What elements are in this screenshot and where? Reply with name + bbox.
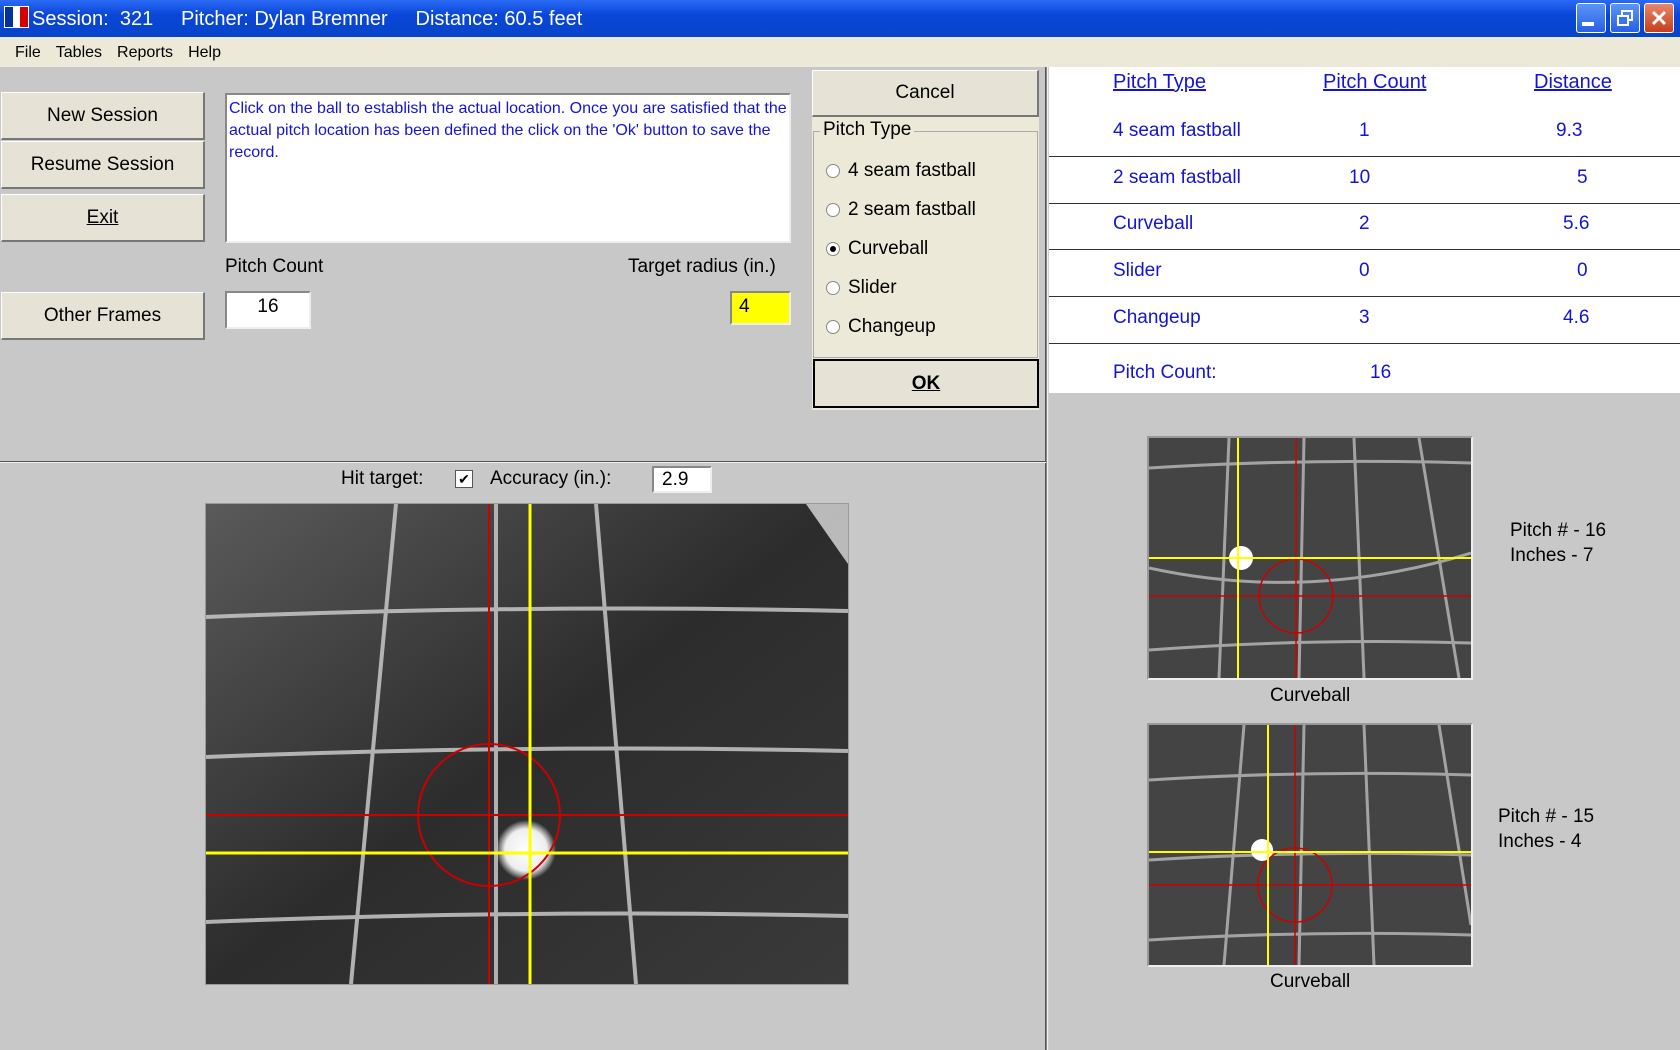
target-radius-label: Target radius (in.) (628, 256, 776, 277)
other-frames-button[interactable]: Other Frames (1, 292, 205, 340)
cancel-button[interactable]: Cancel (812, 70, 1039, 117)
pitch-count-field[interactable]: 16 (225, 291, 311, 329)
ok-button[interactable]: OK (813, 359, 1039, 408)
horizontal-divider (0, 461, 1046, 463)
radio-slider[interactable]: Slider (826, 277, 897, 299)
minimize-icon (1582, 22, 1594, 26)
radio-4-seam-fastball[interactable]: 4 seam fastball (826, 160, 976, 182)
pitch-stats-table: Pitch Type Pitch Count Distance 4 seam f… (1049, 67, 1680, 393)
pitch-frame-graphic[interactable] (205, 503, 849, 985)
thumbnail-graphic (1148, 724, 1473, 966)
menu-help[interactable]: Help (182, 37, 227, 67)
menu-tables[interactable]: Tables (50, 37, 108, 67)
radio-button[interactable] (826, 203, 840, 217)
thumbnail-info: Pitch # - 15 Inches - 4 (1498, 804, 1594, 854)
menu-bar: File Tables Reports Help (0, 37, 1680, 67)
menu-file[interactable]: File (9, 37, 47, 67)
radio-button-selected[interactable] (826, 242, 840, 256)
header-distance[interactable]: Distance (1534, 71, 1612, 94)
header-pitch-count[interactable]: Pitch Count (1323, 71, 1426, 94)
exit-button[interactable]: Exit (1, 194, 205, 242)
table-row[interactable]: Slider 0 0 (1049, 251, 1680, 297)
pitch-type-legend: Pitch Type (820, 119, 915, 141)
radio-changeup[interactable]: Changeup (826, 316, 936, 338)
instruction-message: Click on the ball to establish the actua… (225, 93, 791, 243)
pitch-thumbnail-16[interactable] (1147, 436, 1473, 680)
pitch-inches: Inches - 4 (1498, 831, 1582, 852)
pitch-thumbnail-15[interactable] (1147, 723, 1473, 967)
radio-2-seam-fastball[interactable]: 2 seam fastball (826, 199, 976, 221)
thumbnail-graphic (1148, 437, 1472, 679)
pitch-number: Pitch # - 16 (1510, 520, 1607, 541)
total-label: Pitch Count: (1113, 362, 1217, 383)
thumbnail-caption: Curveball (1270, 685, 1351, 706)
close-icon (1651, 10, 1667, 26)
total-value: 16 (1370, 362, 1392, 383)
resume-session-button[interactable]: Resume Session (1, 141, 205, 189)
radio-curveball[interactable]: Curveball (826, 238, 928, 260)
vertical-splitter[interactable] (1045, 67, 1048, 1050)
restore-icon (1617, 10, 1633, 26)
close-button[interactable] (1644, 3, 1674, 33)
radio-button[interactable] (826, 164, 840, 178)
target-radius-field[interactable]: 4 (730, 291, 791, 325)
flag-icon[interactable] (4, 6, 29, 28)
pitch-number: Pitch # - 15 (1498, 806, 1595, 827)
accuracy-field[interactable]: 2.9 (652, 466, 712, 493)
hit-target-label: Hit target: (341, 468, 424, 489)
restore-button[interactable] (1610, 3, 1640, 33)
title-bar: Session: 321 Pitcher: Dylan Bremner Dist… (0, 0, 1680, 37)
hit-target-checkbox[interactable]: ✔ (455, 470, 473, 488)
table-row[interactable]: 4 seam fastball 1 9.3 (1049, 111, 1680, 157)
accuracy-label: Accuracy (in.): (490, 468, 612, 489)
minimize-button[interactable] (1576, 3, 1606, 33)
check-icon: ✔ (458, 471, 470, 487)
thumbnail-caption: Curveball (1270, 971, 1351, 992)
new-session-button[interactable]: New Session (1, 92, 205, 140)
table-row[interactable]: Curveball 2 5.6 (1049, 204, 1680, 250)
header-pitch-type[interactable]: Pitch Type (1113, 71, 1206, 94)
radio-button[interactable] (826, 320, 840, 334)
pitch-image[interactable] (205, 503, 849, 985)
menu-reports[interactable]: Reports (111, 37, 179, 67)
pitch-inches: Inches - 7 (1510, 545, 1594, 566)
radio-button[interactable] (826, 281, 840, 295)
table-row[interactable]: Changeup 3 4.6 (1049, 298, 1680, 344)
table-row[interactable]: 2 seam fastball 10 5 (1049, 158, 1680, 204)
pitch-count-label: Pitch Count (225, 256, 324, 277)
thumbnail-info: Pitch # - 16 Inches - 7 (1510, 518, 1606, 568)
window-title: Session: 321 Pitcher: Dylan Bremner Dist… (32, 8, 583, 30)
